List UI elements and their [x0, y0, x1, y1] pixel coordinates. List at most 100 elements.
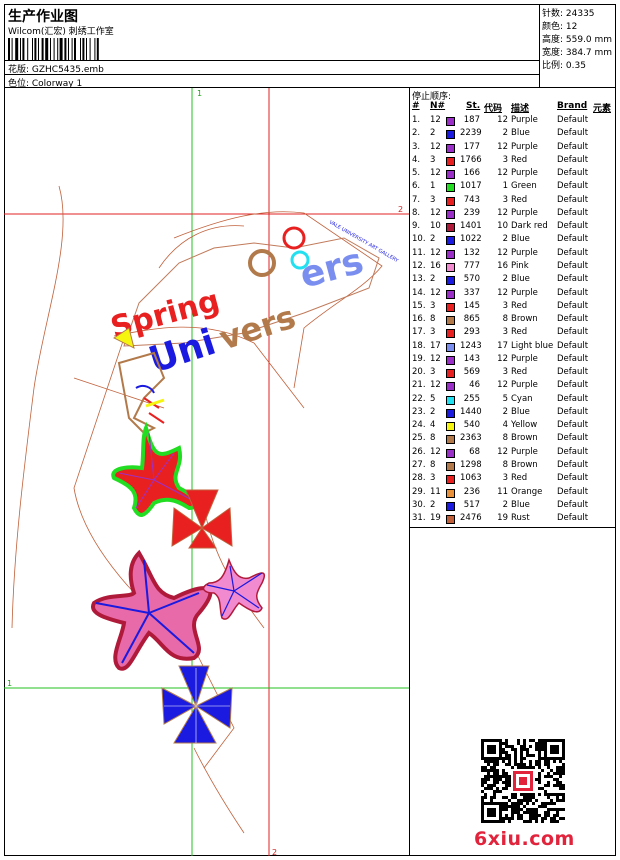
- legend-row[interactable]: 11. 12 132 12 Purple Default: [410, 248, 616, 261]
- row-code: 17: [497, 340, 508, 351]
- color-swatch: [446, 342, 455, 352]
- design-scale: 比例: 0.35: [542, 61, 586, 71]
- color-swatch: [446, 209, 455, 219]
- row-needle: 12: [430, 247, 441, 258]
- row-description: Red: [511, 154, 528, 165]
- row-brand: Default: [557, 181, 589, 192]
- legend-row[interactable]: 4. 3 1766 3 Red Default: [410, 155, 616, 168]
- legend-row[interactable]: 12. 16 777 16 Pink Default: [410, 261, 616, 274]
- row-code: 12: [497, 446, 508, 457]
- row-code: 5: [502, 393, 508, 404]
- row-description: Purple: [511, 247, 538, 258]
- legend-row[interactable]: 29. 11 236 11 Orange Default: [410, 487, 616, 500]
- divider: [4, 74, 539, 75]
- row-brand: Default: [557, 380, 589, 391]
- legend-row[interactable]: 8. 12 239 12 Purple Default: [410, 208, 616, 221]
- legend-row[interactable]: 1. 12 187 12 Purple Default: [410, 115, 616, 128]
- row-index: 23.: [412, 406, 426, 417]
- row-brand: Default: [557, 420, 589, 431]
- legend-row[interactable]: 24. 4 540 4 Yellow Default: [410, 420, 616, 433]
- legend-row[interactable]: 31. 19 2476 19 Rust Default: [410, 513, 616, 526]
- design-width: 宽度: 384.7 mm: [542, 48, 613, 58]
- row-description: Red: [511, 194, 528, 205]
- legend-row[interactable]: 9. 10 1401 10 Dark red Default: [410, 221, 616, 234]
- blue-bow: [161, 665, 233, 744]
- legend-row[interactable]: 25. 8 2363 8 Brown Default: [410, 433, 616, 446]
- legend-row[interactable]: 26. 12 68 12 Purple Default: [410, 447, 616, 460]
- row-code: 12: [497, 168, 508, 179]
- row-code: 3: [502, 367, 508, 378]
- row-brand: Default: [557, 486, 589, 497]
- row-needle: 2: [430, 234, 436, 245]
- row-index: 8.: [412, 207, 421, 218]
- legend-row[interactable]: 20. 3 569 3 Red Default: [410, 367, 616, 380]
- row-brand: Default: [557, 115, 589, 125]
- legend-row[interactable]: 10. 2 1022 2 Blue Default: [410, 234, 616, 247]
- legend-row[interactable]: 5. 12 166 12 Purple Default: [410, 168, 616, 181]
- col-header-desc: 描述: [511, 104, 530, 114]
- legend-row[interactable]: 19. 12 143 12 Purple Default: [410, 354, 616, 367]
- legend-row[interactable]: 3. 12 177 12 Purple Default: [410, 142, 616, 155]
- legend-row[interactable]: 23. 2 1440 2 Blue Default: [410, 407, 616, 420]
- row-code: 12: [497, 287, 508, 298]
- legend-row[interactable]: 2. 2 2239 2 Blue Default: [410, 128, 616, 141]
- row-brand: Default: [557, 274, 589, 285]
- row-stitches: 569: [463, 367, 480, 378]
- row-code: 12: [497, 141, 508, 152]
- row-description: Brown: [511, 460, 538, 471]
- row-index: 18.: [412, 340, 426, 351]
- color-swatch: [446, 130, 455, 140]
- row-needle: 4: [430, 420, 436, 431]
- legend-row[interactable]: 22. 5 255 5 Cyan Default: [410, 394, 616, 407]
- row-index: 2.: [412, 128, 421, 139]
- color-swatch: [446, 117, 455, 126]
- embroidery-canvas: 1 2 1 2 Spring Uni vers ers VALE UNIVERS…: [4, 88, 409, 856]
- color-swatch: [446, 276, 455, 286]
- row-code: 4: [502, 420, 508, 431]
- row-needle: 8: [430, 433, 436, 444]
- color-swatch: [446, 501, 455, 511]
- legend-row[interactable]: 21. 12 46 12 Purple Default: [410, 380, 616, 393]
- legend-row[interactable]: 27. 8 1298 8 Brown Default: [410, 460, 616, 473]
- row-index: 27.: [412, 460, 426, 471]
- color-swatch: [446, 183, 455, 193]
- row-stitches: 2363: [460, 433, 482, 444]
- legend-row[interactable]: 7. 3 743 3 Red Default: [410, 195, 616, 208]
- legend-row[interactable]: 6. 1 1017 1 Green Default: [410, 181, 616, 194]
- color-swatch: [446, 382, 455, 392]
- legend-row[interactable]: 16. 8 865 8 Brown Default: [410, 314, 616, 327]
- legend-row[interactable]: 28. 3 1063 3 Red Default: [410, 473, 616, 486]
- legend-row[interactable]: 30. 2 517 2 Blue Default: [410, 500, 616, 513]
- row-code: 2: [502, 234, 508, 245]
- row-code: 3: [502, 473, 508, 484]
- row-description: Brown: [511, 314, 538, 325]
- legend-row[interactable]: 18. 17 1243 17 Light blue Default: [410, 341, 616, 354]
- row-index: 19.: [412, 353, 426, 364]
- design-preview[interactable]: 1 2 1 2 Spring Uni vers ers VALE UNIVERS…: [4, 88, 410, 856]
- row-description: Orange: [511, 486, 543, 497]
- row-needle: 5: [430, 393, 436, 404]
- row-index: 31.: [412, 513, 426, 524]
- legend-row[interactable]: 13. 2 570 2 Blue Default: [410, 274, 616, 287]
- row-brand: Default: [557, 446, 589, 457]
- legend-row[interactable]: 15. 3 145 3 Red Default: [410, 301, 616, 314]
- color-swatch: [446, 302, 455, 312]
- row-index: 9.: [412, 221, 421, 232]
- legend-row[interactable]: 17. 3 293 3 Red Default: [410, 327, 616, 340]
- page-title: 生产作业图: [8, 9, 78, 25]
- row-stitches: 132: [463, 247, 480, 258]
- legend-row[interactable]: 14. 12 337 12 Purple Default: [410, 288, 616, 301]
- row-stitches: 1243: [460, 340, 482, 351]
- row-stitches: 1440: [460, 406, 482, 417]
- row-code: 2: [502, 406, 508, 417]
- row-index: 20.: [412, 367, 426, 378]
- row-description: Brown: [511, 433, 538, 444]
- row-brand: Default: [557, 141, 589, 152]
- color-swatch: [446, 329, 455, 339]
- row-stitches: 166: [463, 168, 480, 179]
- row-needle: 3: [430, 473, 436, 484]
- row-index: 25.: [412, 433, 426, 444]
- row-code: 12: [497, 247, 508, 258]
- row-description: Blue: [511, 234, 530, 245]
- row-brand: Default: [557, 513, 589, 524]
